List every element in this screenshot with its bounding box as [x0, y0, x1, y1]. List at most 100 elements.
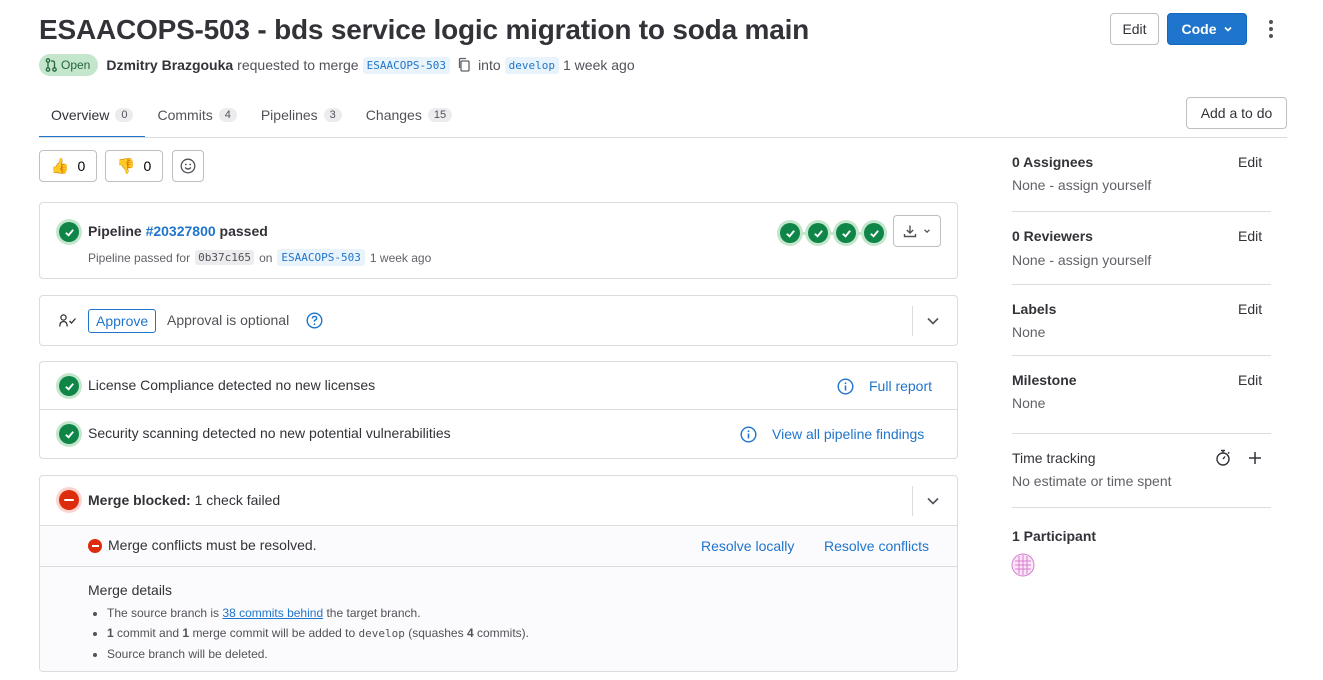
author-link[interactable]: Dzmitry Brazgouka — [106, 57, 233, 73]
pipeline-subtitle: Pipeline passed for 0b37c165 on ESAACOPS… — [88, 249, 431, 266]
tab-label: Overview — [51, 107, 110, 123]
code-dropdown-button[interactable]: Code — [1167, 13, 1247, 45]
chevron-down-icon[interactable] — [926, 315, 940, 327]
download-icon — [903, 225, 917, 238]
pipeline-widget: Pipeline #20327800 passed Pipeline passe… — [39, 202, 958, 279]
chevron-down-icon — [924, 229, 930, 234]
pipeline-on-text: on — [259, 250, 273, 265]
divider — [1012, 433, 1271, 434]
milestone-edit-link[interactable]: Edit — [1238, 372, 1262, 388]
tab-count: 4 — [218, 108, 237, 122]
status-badge: Open — [39, 54, 99, 76]
target-branch[interactable]: develop — [504, 56, 559, 74]
tab-count: 0 — [115, 108, 134, 122]
commit-sha[interactable]: 0b37c165 — [195, 250, 255, 265]
merge-request-icon — [45, 58, 57, 72]
approval-widget: Approve Approval is optional — [39, 295, 958, 346]
divider — [1012, 507, 1271, 508]
edit-button[interactable]: Edit — [1110, 13, 1159, 45]
resolve-locally-link[interactable]: Resolve locally — [701, 538, 794, 554]
stage-connector — [828, 231, 836, 235]
thumbs-up-icon: 👍 — [50, 158, 70, 175]
requested-text: requested to merge — [237, 57, 359, 73]
avatar[interactable] — [1011, 553, 1035, 577]
source-branch[interactable]: ESAACOPS-503 — [362, 56, 451, 74]
divider — [40, 409, 957, 410]
merge-details-title: Merge details — [88, 582, 173, 598]
thumbs-up-button[interactable]: 👍 0 — [39, 150, 97, 182]
pipeline-branch[interactable]: ESAACOPS-503 — [277, 249, 365, 266]
tab-changes[interactable]: Changes 15 — [354, 93, 464, 137]
add-todo-button[interactable]: Add a to do — [1186, 97, 1287, 129]
resolve-conflicts-link[interactable]: Resolve conflicts — [824, 538, 929, 554]
time-tracking-value: No estimate or time spent — [1012, 473, 1172, 489]
labels-edit-link[interactable]: Edit — [1238, 301, 1262, 317]
detail-text: Source branch will be deleted. — [107, 647, 268, 661]
status-success-icon — [59, 222, 79, 242]
security-text: Security scanning detected no new potent… — [88, 425, 451, 441]
into-text: into — [478, 57, 501, 73]
approve-button[interactable]: Approve — [88, 309, 157, 333]
reports-widget: License Compliance detected no new licen… — [39, 361, 958, 459]
tab-pipelines[interactable]: Pipelines 3 — [249, 93, 354, 137]
thumbs-down-count: 0 — [143, 158, 152, 174]
detail-number: 4 — [466, 626, 474, 640]
merge-details-list: The source branch is 38 commits behind t… — [107, 603, 529, 664]
assignees-value[interactable]: None - assign yourself — [1012, 177, 1151, 193]
stopwatch-icon[interactable] — [1215, 449, 1231, 467]
thumbs-down-button[interactable]: 👎 0 — [105, 150, 163, 182]
tab-commits[interactable]: Commits 4 — [145, 93, 248, 137]
stage-connector — [800, 231, 808, 235]
tab-overview[interactable]: Overview 0 — [39, 93, 146, 138]
reviewers-value[interactable]: None - assign yourself — [1012, 252, 1151, 268]
question-icon[interactable] — [306, 312, 323, 329]
merge-blocked-reason: 1 check failed — [194, 492, 281, 508]
mr-meta: Open Dzmitry Brazgouka requested to merg… — [39, 53, 635, 77]
detail-number: 1 — [182, 626, 190, 640]
add-reaction-button[interactable] — [172, 150, 204, 182]
plus-icon[interactable] — [1247, 450, 1263, 466]
pipeline-title: Pipeline #20327800 passed — [88, 223, 268, 239]
stage-success-icon[interactable] — [836, 223, 856, 243]
detail-text: commit and — [117, 626, 180, 640]
full-report-link[interactable]: Full report — [869, 378, 932, 394]
detail-text: The source branch is — [107, 606, 220, 620]
error-icon — [88, 539, 102, 553]
detail-number: 1 — [107, 626, 114, 640]
divider — [912, 306, 913, 336]
pipeline-time: 1 week ago — [369, 250, 432, 265]
info-icon[interactable] — [740, 426, 757, 443]
tab-count: 3 — [323, 108, 342, 122]
pipeline-findings-link[interactable]: View all pipeline findings — [772, 426, 924, 442]
list-item: 1 commit and 1 merge commit will be adde… — [107, 623, 529, 644]
merge-blocked-title: Merge blocked: 1 check failed — [88, 492, 280, 508]
assignees-edit-link[interactable]: Edit — [1238, 154, 1262, 170]
labels-value: None — [1012, 324, 1046, 340]
reviewers-edit-link[interactable]: Edit — [1238, 228, 1262, 244]
divider — [912, 486, 913, 516]
detail-text: commits). — [476, 626, 529, 640]
stage-success-icon[interactable] — [808, 223, 828, 243]
more-actions-icon[interactable] — [1262, 18, 1280, 40]
tab-label: Commits — [157, 107, 213, 123]
list-item: The source branch is 38 commits behind t… — [107, 603, 529, 623]
stage-success-icon[interactable] — [780, 223, 800, 243]
pipeline-link[interactable]: #20327800 — [146, 223, 216, 239]
chevron-down-icon[interactable] — [926, 495, 940, 507]
stage-success-icon[interactable] — [864, 223, 884, 243]
copy-icon[interactable] — [457, 57, 471, 73]
pipeline-status: passed — [219, 223, 268, 239]
tab-label: Pipelines — [260, 107, 318, 123]
detail-text: (squashes — [408, 626, 464, 640]
approval-icon — [59, 314, 76, 327]
info-icon[interactable] — [837, 378, 854, 395]
code-label: Code — [1181, 21, 1217, 37]
divider — [1012, 355, 1271, 356]
time-tracking-title: Time tracking — [1012, 450, 1096, 466]
download-artifacts-button[interactable] — [893, 215, 941, 247]
commits-behind-link[interactable]: 38 commits behind — [222, 606, 323, 620]
stage-connector — [856, 231, 864, 235]
detail-branch: develop — [358, 627, 405, 640]
participants-title: 1 Participant — [1012, 528, 1097, 544]
labels-title: Labels — [1012, 301, 1057, 317]
